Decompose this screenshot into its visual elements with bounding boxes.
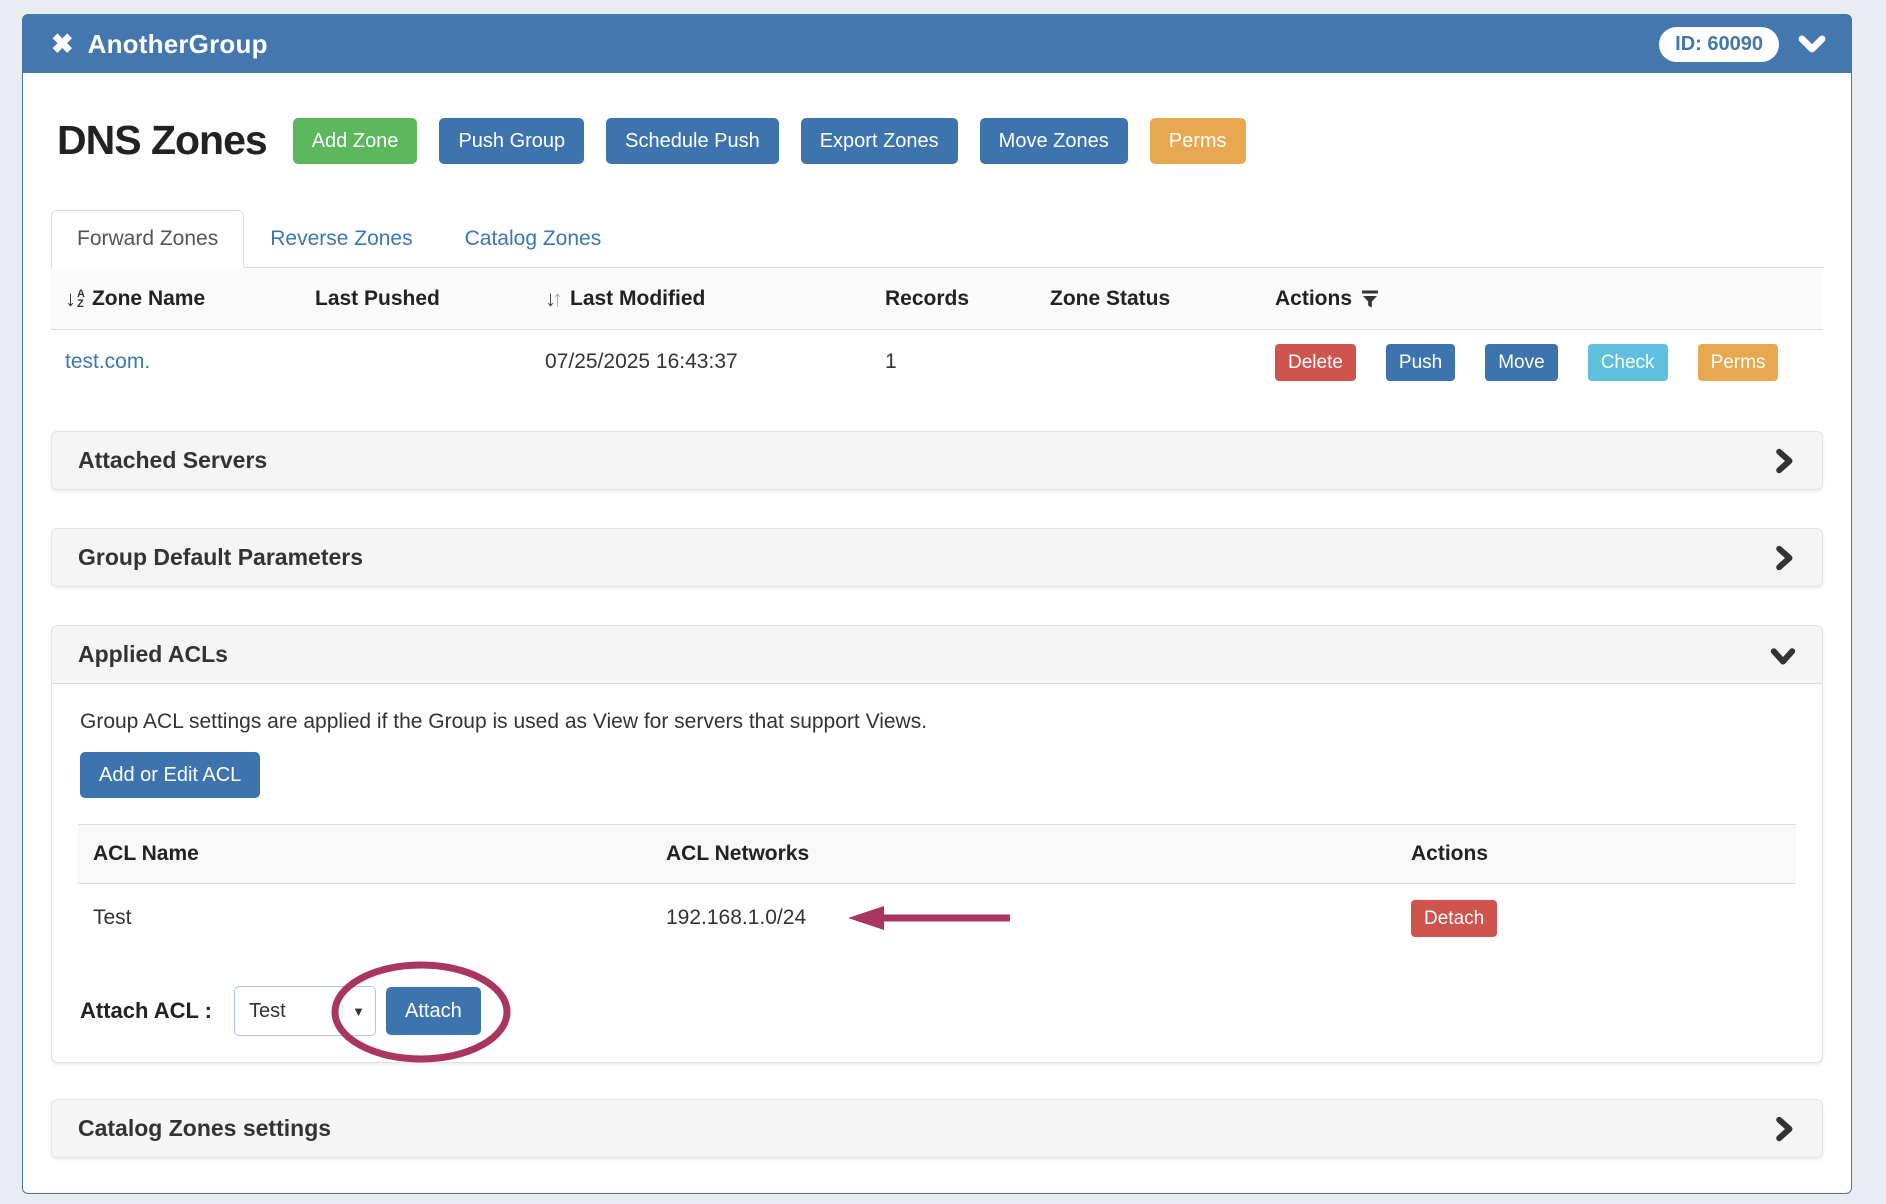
panel-catalog-zones-settings-header[interactable]: Catalog Zones settings <box>52 1100 1822 1157</box>
zone-row: test.com. 07/25/2025 16:43:37 1 Delete P… <box>51 330 1823 394</box>
push-group-button[interactable]: Push Group <box>439 118 584 164</box>
filter-icon[interactable] <box>1359 288 1381 310</box>
acl-select-value: Test <box>249 1000 342 1023</box>
acl-row: Test 192.168.1.0/24 Detach <box>78 884 1796 952</box>
id-badge: ID: 60090 <box>1659 27 1779 62</box>
zone-records: 1 <box>885 350 1050 374</box>
zone-actions: Delete Push Move Check Perms <box>1275 344 1823 381</box>
tab-forward-zones[interactable]: Forward Zones <box>51 210 244 268</box>
panel-applied-acls-body: Group ACL settings are applied if the Gr… <box>52 683 1822 1062</box>
column-actions[interactable]: Actions <box>1275 287 1823 311</box>
window-title: AnotherGroup <box>88 29 268 60</box>
acl-description: Group ACL settings are applied if the Gr… <box>80 710 1796 734</box>
column-acl-name: ACL Name <box>93 842 666 866</box>
check-zone-button[interactable]: Check <box>1588 344 1668 381</box>
sort-updown-icon: ↓↑ <box>545 288 563 310</box>
zones-table-header: ↓AZ Zone Name Last Pushed ↓↑ Last Modifi… <box>51 268 1823 330</box>
perms-zone-button[interactable]: Perms <box>1698 344 1779 381</box>
push-zone-button[interactable]: Push <box>1386 344 1455 381</box>
attach-acl-label: Attach ACL : <box>80 998 212 1024</box>
add-or-edit-acl-button[interactable]: Add or Edit ACL <box>80 752 260 798</box>
delete-zone-button[interactable]: Delete <box>1275 344 1356 381</box>
tab-catalog-zones[interactable]: Catalog Zones <box>439 210 628 268</box>
column-records: Records <box>885 287 1050 311</box>
column-last-pushed: Last Pushed <box>315 287 545 311</box>
page-title: DNS Zones <box>57 117 267 164</box>
chevron-right-icon <box>1770 545 1796 571</box>
sort-alpha-down-icon: ↓AZ <box>65 288 85 310</box>
zone-name-link[interactable]: test.com. <box>65 350 150 373</box>
column-acl-networks: ACL Networks <box>666 842 1411 866</box>
attach-acl-button[interactable]: Attach <box>386 987 481 1035</box>
acl-networks: 192.168.1.0/24 <box>666 906 806 930</box>
annotation-arrow <box>848 904 1010 932</box>
close-icon[interactable]: ✖ <box>51 31 74 58</box>
column-acl-actions: Actions <box>1411 842 1796 866</box>
add-zone-button[interactable]: Add Zone <box>293 118 418 164</box>
zone-tabs: Forward Zones Reverse Zones Catalog Zone… <box>51 210 1823 268</box>
collapse-window-chevron-down-icon[interactable] <box>1797 29 1827 59</box>
schedule-push-button[interactable]: Schedule Push <box>606 118 779 164</box>
move-zone-button[interactable]: Move <box>1485 344 1557 381</box>
panel-applied-acls: Applied ACLs Group ACL settings are appl… <box>51 625 1823 1063</box>
acl-select[interactable]: Test ▼ <box>234 986 376 1036</box>
tab-reverse-zones[interactable]: Reverse Zones <box>244 210 438 268</box>
chevron-right-icon <box>1770 1116 1796 1142</box>
panel-catalog-zones-settings: Catalog Zones settings <box>51 1099 1823 1158</box>
zone-last-modified: 07/25/2025 16:43:37 <box>545 350 885 374</box>
chevron-right-icon <box>1770 448 1796 474</box>
column-last-modified[interactable]: ↓↑ Last Modified <box>545 287 885 311</box>
panel-group-default-parameters-header[interactable]: Group Default Parameters <box>52 529 1822 586</box>
export-zones-button[interactable]: Export Zones <box>801 118 958 164</box>
acl-table-header: ACL Name ACL Networks Actions <box>78 824 1796 884</box>
column-zone-status: Zone Status <box>1050 287 1275 311</box>
zones-table: ↓AZ Zone Name Last Pushed ↓↑ Last Modifi… <box>51 268 1823 394</box>
select-caret-down-icon: ▼ <box>342 1005 365 1018</box>
panel-group-default-parameters: Group Default Parameters <box>51 528 1823 587</box>
column-zone-name[interactable]: ↓AZ Zone Name <box>65 287 315 311</box>
page-title-row: DNS Zones Add Zone Push Group Schedule P… <box>51 117 1823 164</box>
acl-name: Test <box>93 906 666 930</box>
chevron-down-icon <box>1770 642 1796 668</box>
attach-acl-row: Attach ACL : Test ▼ Attach <box>80 986 1796 1036</box>
move-zones-button[interactable]: Move Zones <box>980 118 1128 164</box>
panel-attached-servers: Attached Servers <box>51 431 1823 490</box>
perms-button[interactable]: Perms <box>1150 118 1246 164</box>
detach-acl-button[interactable]: Detach <box>1411 900 1497 937</box>
panel-attached-servers-header[interactable]: Attached Servers <box>52 432 1822 489</box>
window-titlebar: ✖ AnotherGroup ID: 60090 <box>23 15 1851 73</box>
panel-applied-acls-header[interactable]: Applied ACLs <box>52 626 1822 683</box>
acl-table: ACL Name ACL Networks Actions Test 192.1… <box>78 824 1796 952</box>
group-window: ✖ AnotherGroup ID: 60090 DNS Zones Add Z… <box>22 14 1852 1194</box>
